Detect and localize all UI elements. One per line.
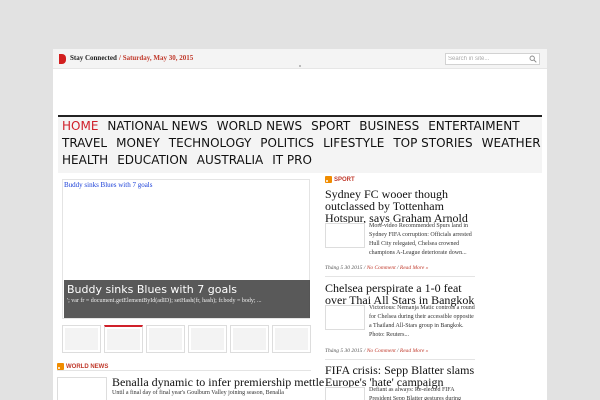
nav-row-3: HEALTH EDUCATION AUSTRALIA IT PRO xyxy=(62,153,321,167)
divider xyxy=(325,276,475,277)
slide-caption-title[interactable]: Buddy sinks Blues with 7 goals xyxy=(67,283,237,296)
nav-item-sport[interactable]: SPORT xyxy=(311,119,350,133)
nav-item-home[interactable]: HOME xyxy=(62,119,98,133)
main-nav: HOME NATIONAL NEWS WORLD NEWS SPORT BUSI… xyxy=(58,117,542,173)
read-more-link[interactable]: Read More » xyxy=(400,348,429,354)
bookmark-icon xyxy=(59,54,66,64)
sport-header: SPORT xyxy=(325,176,355,183)
current-date: / Saturday, May 30, 2015 xyxy=(119,54,194,62)
slider-thumb[interactable] xyxy=(62,325,101,353)
nav-item-australia[interactable]: AUSTRALIA xyxy=(197,153,263,167)
slider-thumb[interactable] xyxy=(188,325,227,353)
post-excerpt: Defiant as always: Re-elected FIFA Presi… xyxy=(369,387,461,400)
stay-connected-link[interactable]: Stay Connected xyxy=(70,54,117,62)
nav-item-health[interactable]: HEALTH xyxy=(62,153,108,167)
slider-thumb-active[interactable] xyxy=(104,325,143,353)
post-title[interactable]: Chelsea perspirate a 1-0 feat over Thai … xyxy=(325,282,480,306)
nav-row-1: HOME NATIONAL NEWS WORLD NEWS SPORT BUSI… xyxy=(62,119,529,133)
rss-feed-icon[interactable] xyxy=(57,363,64,370)
divider xyxy=(325,359,475,360)
world-news-header: WORLD NEWS xyxy=(57,363,108,370)
nav-row-2: TRAVEL MONEY TECHNOLOGY POLITICS LIFESTY… xyxy=(62,136,547,150)
nav-item-travel[interactable]: TRAVEL xyxy=(62,136,107,150)
nav-item-education[interactable]: EDUCATION xyxy=(117,153,188,167)
nav-item-world-news[interactable]: WORLD NEWS xyxy=(217,119,302,133)
featured-slider[interactable]: Buddy sinks Blues with 7 goals Buddy sin… xyxy=(62,179,310,319)
nav-item-it-pro[interactable]: IT PRO xyxy=(272,153,312,167)
read-more-link[interactable]: Read More » xyxy=(400,265,429,271)
page: Stay Connected / Saturday, May 30, 2015 … xyxy=(53,49,547,400)
nav-item-technology[interactable]: TECHNOLOGY xyxy=(169,136,251,150)
nav-item-lifestyle[interactable]: LIFESTYLE xyxy=(323,136,384,150)
post-thumbnail[interactable] xyxy=(325,305,365,330)
post-title[interactable]: Benalla dynamic to infer premiership met… xyxy=(112,375,324,390)
search-box[interactable] xyxy=(445,53,540,65)
post-excerpt: Until a final day of final year's Goulbu… xyxy=(112,390,284,396)
header-dot xyxy=(299,65,301,67)
world-news-label[interactable]: WORLD NEWS xyxy=(66,364,108,370)
nav-item-entertaiment[interactable]: ENTERTAIMENT xyxy=(428,119,519,133)
post-title[interactable]: FIFA crisis: Sepp Blatter slams Europe's… xyxy=(325,364,480,388)
slide-image-alt-title[interactable]: Buddy sinks Blues with 7 goals xyxy=(64,181,152,189)
post-thumbnail[interactable] xyxy=(325,223,365,248)
post-excerpt: More-video Recommended Spurs land in Syd… xyxy=(369,223,472,256)
comments-link[interactable]: No Comment xyxy=(367,348,396,354)
post-meta: Tháng 5 30 2015 / No Comment / Read More… xyxy=(325,265,429,271)
post-date: Tháng 5 30 2015 xyxy=(325,265,363,271)
comments-link[interactable]: No Comment xyxy=(367,265,396,271)
nav-item-business[interactable]: BUSINESS xyxy=(359,119,419,133)
nav-item-top-stories[interactable]: TOP STORIES xyxy=(393,136,472,150)
nav-item-national-news[interactable]: NATIONAL NEWS xyxy=(107,119,207,133)
search-icon[interactable] xyxy=(529,55,537,63)
nav-item-weather[interactable]: WEATHER xyxy=(482,136,541,150)
slider-thumbnails xyxy=(62,325,312,355)
nav-item-politics[interactable]: POLITICS xyxy=(260,136,314,150)
post-meta: Tháng 5 30 2015 / No Comment / Read More… xyxy=(325,348,429,354)
slider-thumb[interactable] xyxy=(146,325,185,353)
post-thumbnail[interactable] xyxy=(57,377,107,400)
post-thumbnail[interactable] xyxy=(325,387,365,400)
post-title[interactable]: Sydney FC wooer though outclassed by Tot… xyxy=(325,188,480,224)
slider-thumb[interactable] xyxy=(272,325,311,353)
top-bar: Stay Connected / Saturday, May 30, 2015 xyxy=(53,49,547,69)
slide-caption-text: '; var fr = document.getElementById(adID… xyxy=(67,298,262,304)
slider-thumb[interactable] xyxy=(230,325,269,353)
sport-label[interactable]: SPORT xyxy=(334,177,355,183)
divider xyxy=(57,370,311,371)
nav-item-money[interactable]: MONEY xyxy=(116,136,160,150)
post-date: Tháng 5 30 2015 xyxy=(325,348,363,354)
slide-caption: Buddy sinks Blues with 7 goals '; var fr… xyxy=(64,280,310,318)
rss-feed-icon[interactable] xyxy=(325,176,332,183)
post-excerpt: Victorious: Nemanja Matic controls a rou… xyxy=(369,305,475,338)
search-input[interactable] xyxy=(448,54,528,64)
